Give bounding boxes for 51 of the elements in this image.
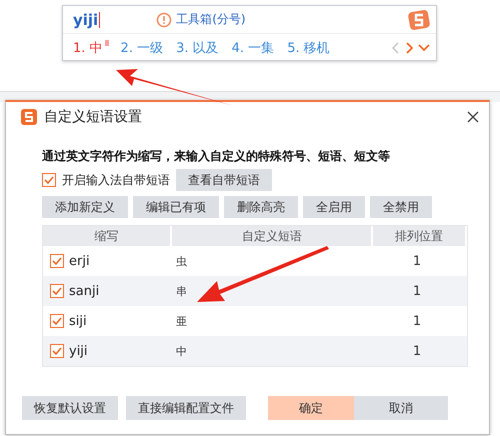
footer-button[interactable]: 直接编辑配置文件 <box>126 396 246 420</box>
description-text: 通过英文字符作为缩写，来输入自定义的特殊符号、短语、短文等 <box>42 148 391 165</box>
phrase-text: 亜 <box>176 314 187 328</box>
abbreviation-text: yiji <box>69 344 88 358</box>
checkbox[interactable] <box>50 284 64 298</box>
candidate-item[interactable]: 3. 以及 <box>176 38 219 56</box>
ok-button[interactable]: 确定 <box>268 396 354 420</box>
candidate-item[interactable]: 2. 一级 <box>120 38 164 56</box>
composition-text: yiji <box>73 10 98 28</box>
phrase-text: 中 <box>176 344 187 358</box>
position-text: 1 <box>412 284 422 298</box>
previous-page-icon[interactable] <box>392 42 400 54</box>
column-header[interactable]: 缩写 <box>43 226 172 246</box>
info-icon <box>156 12 172 28</box>
checkbox[interactable] <box>50 254 64 268</box>
view-phrases-button[interactable]: 查看自带短语 <box>176 169 272 191</box>
toolbar-button[interactable]: 全禁用 <box>370 196 432 218</box>
table-row[interactable]: sanji 串 1 <box>43 276 467 306</box>
logo-icon <box>20 108 38 126</box>
column-header[interactable]: 排列位置 <box>373 226 467 246</box>
expand-icon[interactable] <box>418 44 430 52</box>
abbreviation-text: sanji <box>69 284 100 298</box>
checkbox[interactable] <box>50 344 64 358</box>
next-page-icon[interactable] <box>405 42 413 54</box>
toolbar-button[interactable]: 全启用 <box>303 196 365 218</box>
table-row[interactable]: siji 亜 1 <box>43 306 467 336</box>
toolbar-button[interactable]: 删除高亮 <box>224 196 298 218</box>
phrase-text: 串 <box>176 284 187 298</box>
toolbar-button[interactable]: 添加新定义 <box>42 196 128 218</box>
candidate-item[interactable]: 4. 一集 <box>232 38 274 56</box>
toolbox-label[interactable]: 工具箱(分号) <box>176 11 246 28</box>
position-text: 1 <box>412 314 422 328</box>
footer-button[interactable]: 恢复默认设置 <box>22 396 118 420</box>
phrase-text: 虫 <box>176 254 187 268</box>
checkbox[interactable] <box>50 314 64 328</box>
candidate-item[interactable]: 5. 移机 <box>287 38 330 56</box>
checkbox-label: 开启输入法自带短语 <box>62 172 170 188</box>
logo-icon <box>408 8 430 30</box>
candidate-item[interactable]: 1. 中 <box>73 38 103 56</box>
position-text: 1 <box>412 344 422 358</box>
table-row[interactable]: erji 虫 1 <box>43 246 467 276</box>
position-text: 1 <box>412 254 422 268</box>
checkbox[interactable] <box>42 173 56 187</box>
abbreviation-text: erji <box>69 254 90 268</box>
toolbar-button[interactable]: 编辑已有项 <box>133 196 219 218</box>
table-row[interactable]: yiji 中 1 <box>43 336 467 366</box>
flag-icon <box>104 40 109 46</box>
abbreviation-text: siji <box>69 314 87 328</box>
footer-button[interactable]: 取消 <box>354 396 448 420</box>
close-icon[interactable] <box>467 111 479 123</box>
window-title: 自定义短语设置 <box>44 108 142 126</box>
